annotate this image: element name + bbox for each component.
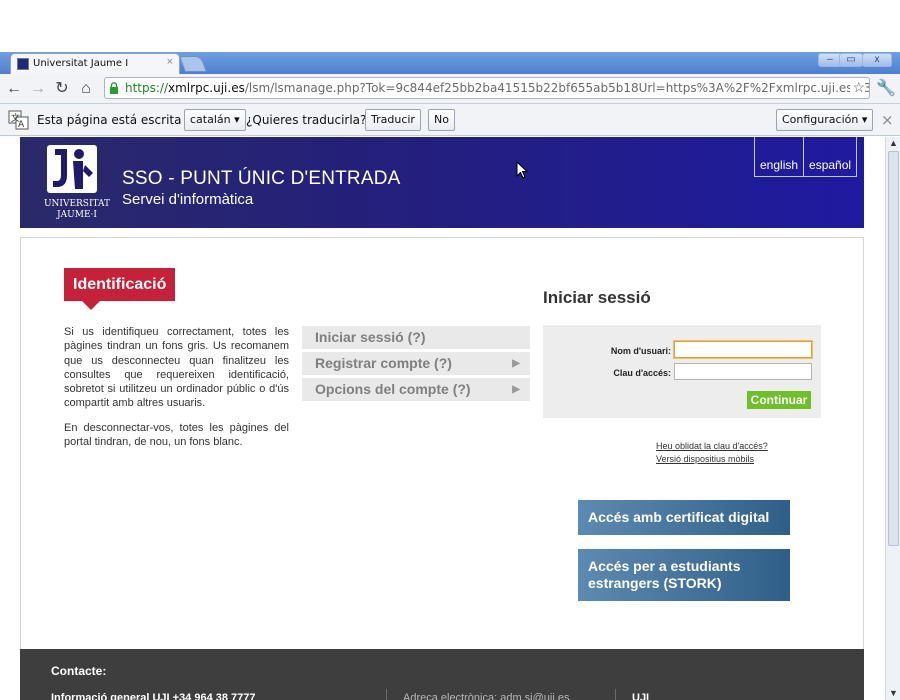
language-select[interactable]: catalán ▾: [184, 109, 246, 131]
stork-access-button[interactable]: Accés per a estudiants estrangers (STORK…: [578, 549, 790, 601]
translate-settings-button[interactable]: Configuración ▾: [776, 109, 874, 131]
info-paragraph-2: En desconnectar-vos, totes les pàgines d…: [64, 422, 289, 449]
footer-divider: [386, 689, 387, 700]
section-label-identificacio: Identificació: [64, 268, 176, 310]
footer-general-info: Informació general UJI +34 964 38 7777: [51, 692, 256, 700]
scroll-up-icon[interactable]: ▲: [887, 137, 900, 150]
maximize-button[interactable]: ▭: [839, 53, 863, 67]
translate-question: ¿Quieres traducirla?: [246, 113, 367, 127]
login-form: Nom d'usuari: Clau d'accés: Continuar: [543, 325, 821, 418]
menu-item-label: Opcions del compte (?): [315, 381, 471, 397]
forward-icon[interactable]: →: [28, 79, 48, 99]
no-translate-button[interactable]: No: [428, 109, 455, 131]
certificate-access-button[interactable]: Accés amb certificat digital: [578, 500, 790, 535]
site-footer: Contacte: Informació general UJI +34 964…: [20, 649, 864, 700]
menu-item-opcions-compte[interactable]: Opcions del compte (?) ▶: [302, 378, 530, 401]
password-label: Clau d'accés:: [613, 368, 671, 378]
mouse-cursor-icon: [516, 161, 528, 179]
translate-prefix: Esta página está escrita en: [37, 113, 201, 127]
menu-item-label: Registrar compte (?): [315, 355, 452, 371]
browser-tab[interactable]: Universitat Jaume I ×: [10, 53, 180, 74]
info-paragraph-1: Si us identifiqueu correctament, totes l…: [64, 326, 289, 410]
lock-icon: [110, 82, 118, 94]
lang-espanol-link[interactable]: español: [804, 137, 856, 176]
translate-button[interactable]: Traducir: [365, 109, 421, 131]
username-input[interactable]: [673, 340, 813, 359]
menu-item-registrar-compte[interactable]: Registrar compte (?) ▶: [302, 352, 530, 375]
address-bar[interactable]: https://xmlrpc.uji.es/lsm/lsmanage.php?T…: [104, 77, 870, 99]
browser-toolbar: ← → ↻ ⌂ https://xmlrpc.uji.es/lsm/lsmana…: [0, 74, 900, 104]
login-title: Iniciar sessió: [543, 288, 651, 307]
site-header: UNIVERSITAT JAUME·I SSO - PUNT ÚNIC D'EN…: [20, 137, 864, 228]
forgot-password-link[interactable]: Heu oblidat la clau d'accés?: [656, 441, 768, 451]
translate-bar: 文 A Esta página está escrita en catalán …: [0, 104, 900, 136]
menu-item-label: Iniciar sessió (?): [315, 329, 426, 345]
menu-item-iniciar-sessio[interactable]: Iniciar sessió (?): [302, 326, 530, 349]
page-viewport: UNIVERSITAT JAUME·I SSO - PUNT ÚNIC D'EN…: [0, 137, 885, 700]
tab-close-icon[interactable]: ×: [167, 56, 173, 68]
back-icon[interactable]: ←: [4, 79, 24, 99]
footer-org: UJI: [632, 692, 650, 700]
wrench-icon[interactable]: 🔧: [876, 79, 896, 99]
uji-logo[interactable]: UNIVERSITAT JAUME·I: [42, 145, 110, 220]
footer-divider: [615, 689, 616, 700]
scroll-down-icon[interactable]: ▼: [887, 687, 900, 700]
continue-button[interactable]: Continuar: [747, 391, 811, 409]
language-switcher: english español: [754, 137, 858, 177]
bookmark-star-icon[interactable]: ☆: [850, 79, 865, 96]
lang-english-link[interactable]: english: [755, 137, 805, 176]
translate-icon: 文 A: [8, 110, 29, 130]
username-label: Nom d'usuari:: [610, 346, 671, 356]
window-close-button[interactable]: x: [862, 53, 892, 67]
page-scrollbar[interactable]: ▲ ▼: [885, 137, 900, 700]
reload-icon[interactable]: ↻: [52, 79, 72, 99]
chevron-right-icon: ▶: [512, 358, 520, 369]
home-icon[interactable]: ⌂: [76, 79, 96, 99]
mobile-version-link[interactable]: Versió dispositius mòbils: [656, 454, 754, 464]
browser-title-bar: Universitat Jaume I × – ▭ x: [0, 52, 900, 74]
svg-text:A: A: [18, 120, 25, 130]
desktop-blank-area: [0, 0, 900, 52]
footer-heading: Contacte:: [51, 664, 107, 678]
page-title: SSO - PUNT ÚNIC D'ENTRADA: [122, 168, 401, 189]
footer-email-link[interactable]: Adreça electrònica: adm.si@uji.es: [403, 692, 569, 700]
password-input[interactable]: [674, 363, 812, 380]
new-tab-button[interactable]: [179, 56, 207, 72]
logo-line1: UNIVERSITAT: [43, 199, 111, 209]
main-content: Identificació Si us identifiqueu correct…: [20, 237, 864, 657]
tab-title: Universitat Jaume I: [33, 58, 129, 69]
translate-close-icon[interactable]: ×: [881, 111, 894, 129]
page-subtitle: Servei d'informàtica: [122, 191, 254, 208]
favicon-icon: [17, 58, 29, 70]
chevron-right-icon: ▶: [512, 384, 520, 395]
logo-line2: JAUME·I: [57, 210, 97, 220]
scrollbar-thumb[interactable]: [888, 151, 899, 546]
url-text: https://xmlrpc.uji.es/lsm/lsmanage.php?T…: [125, 81, 870, 95]
logo-mark-icon: [47, 145, 97, 193]
